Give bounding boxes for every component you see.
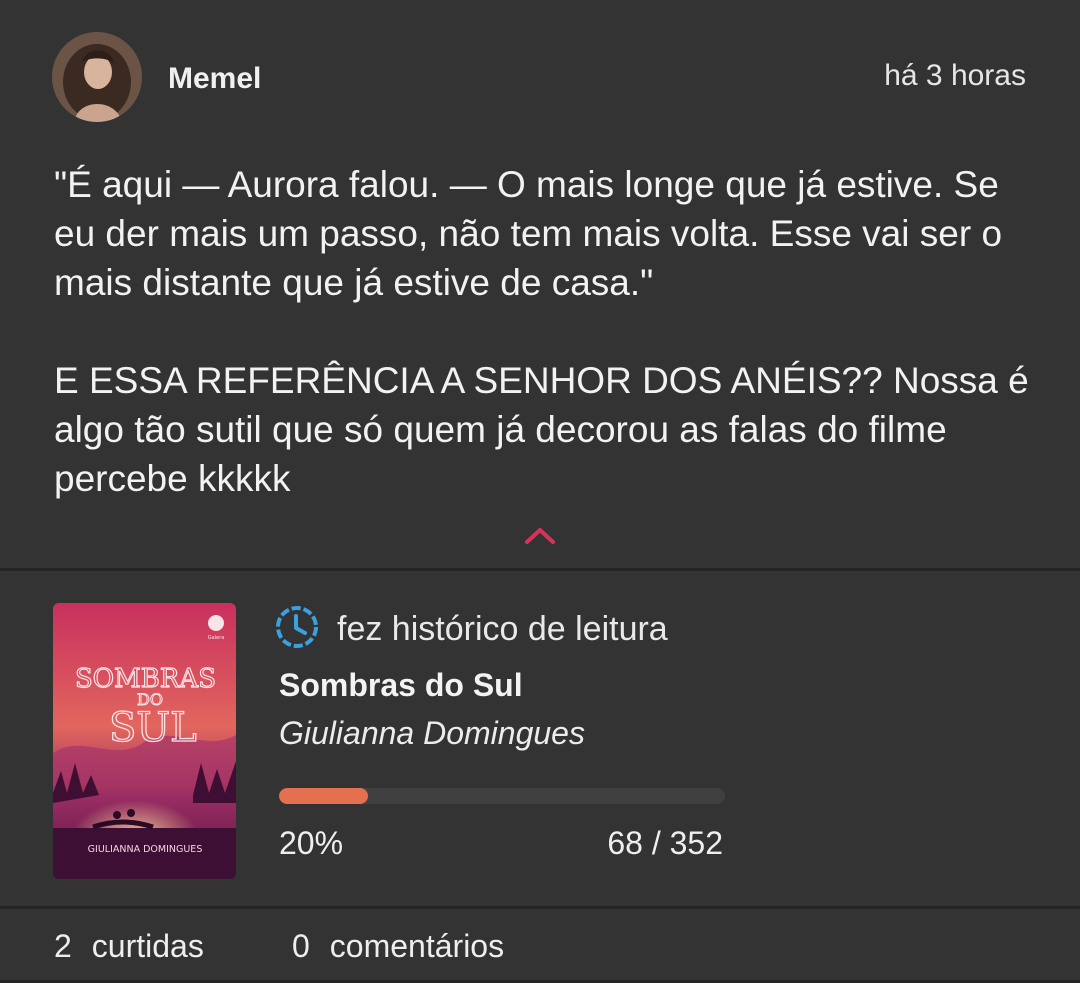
reading-progress-fill: [279, 788, 369, 804]
chevron-up-icon: [525, 528, 555, 544]
author-name[interactable]: Memel: [168, 62, 261, 96]
post-card: Memel há 3 horas "É aqui — Aurora falou.…: [0, 0, 1080, 983]
comments-label: comentários: [329, 928, 505, 964]
likes-button[interactable]: 2 curtidas: [54, 928, 204, 965]
comments-button[interactable]: 0 comentários: [292, 928, 504, 965]
book-title[interactable]: Sombras do Sul: [279, 667, 523, 704]
divider: [0, 568, 1080, 571]
collapse-button[interactable]: [520, 520, 560, 550]
divider: [0, 906, 1080, 909]
book-author[interactable]: Giulianna Domingues: [279, 715, 585, 752]
cover-author-text: GIULIANNA DOMINGUES: [88, 844, 203, 855]
likes-count: 2: [54, 928, 72, 964]
avatar[interactable]: [52, 32, 142, 122]
post-paragraph: "É aqui — Aurora falou. — O mais longe q…: [54, 164, 1003, 303]
history-clock-icon: [276, 606, 318, 648]
svg-text:Galera: Galera: [208, 635, 225, 641]
post-paragraph: E ESSA REFERÊNCIA A SENHOR DOS ANÉIS?? N…: [54, 360, 1029, 499]
reading-progress-bar: [279, 788, 725, 804]
book-cover[interactable]: Galera SOMBRAS DO SUL GIULIANNA DOMINGUE…: [53, 603, 236, 879]
likes-label: curtidas: [91, 928, 204, 964]
post-body: "É aqui — Aurora falou. — O mais longe q…: [54, 160, 1044, 503]
activity-label: fez histórico de leitura: [337, 610, 668, 648]
comments-count: 0: [292, 928, 310, 964]
progress-percent: 20%: [279, 825, 344, 861]
post-timestamp: há 3 horas: [884, 59, 1026, 92]
progress-pages: 68 / 352: [607, 825, 723, 861]
cover-title-text: SUL: [109, 705, 197, 751]
